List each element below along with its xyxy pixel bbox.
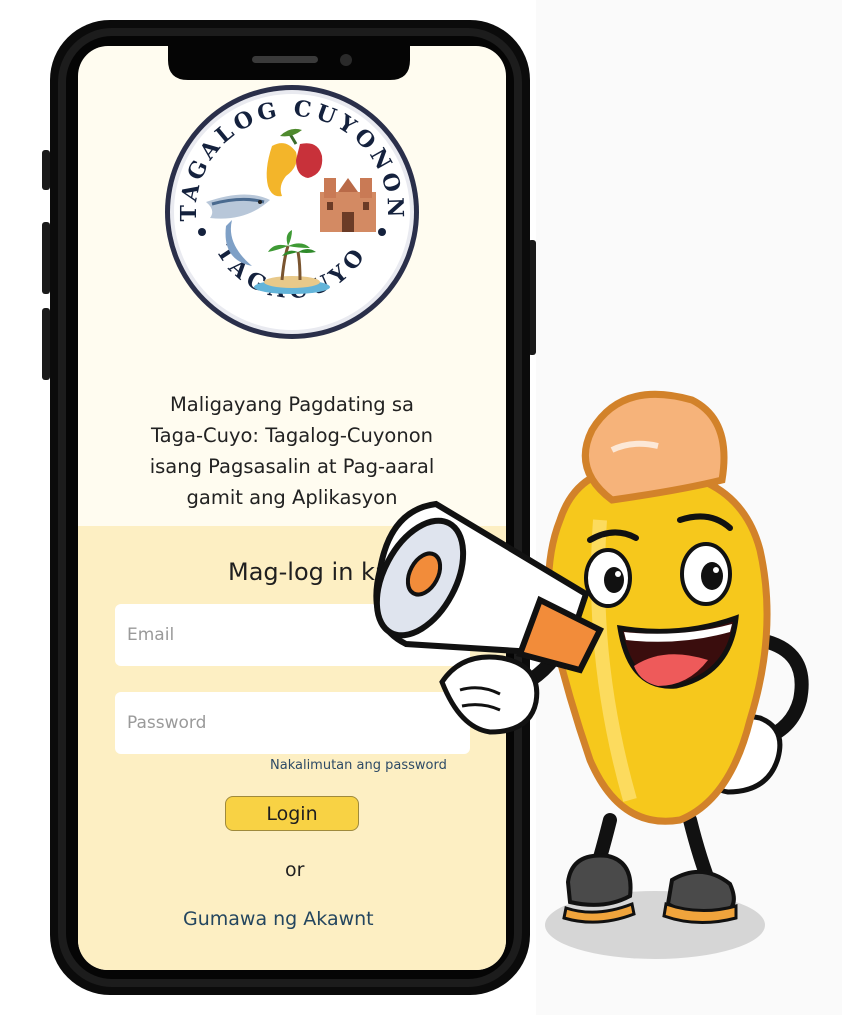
eye-icon [680, 542, 732, 606]
app-stage: TAGALOG CUYONON TAGACUYO [0, 0, 842, 1015]
shoe-icon [562, 853, 636, 924]
eye-icon [584, 548, 632, 608]
glove-icon [439, 654, 540, 735]
shoe-icon [662, 869, 738, 925]
cashew-mascot [373, 390, 809, 959]
